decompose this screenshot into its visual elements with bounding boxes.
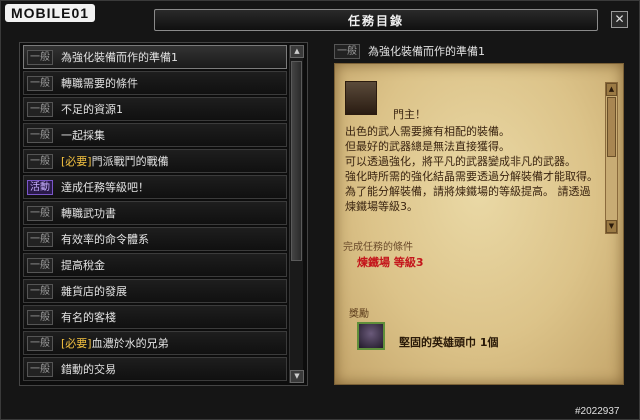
- quest-name: 為強化裝備而作的準備1: [61, 51, 178, 64]
- quest-name: 血濃於水的兄弟: [91, 337, 169, 350]
- quest-window: MOBILE01 任務目錄 ✕ 一般 為強化裝備而作的準備1 一般 轉職需要的條件 一般…: [0, 0, 640, 420]
- quest-name: 有名的客棧: [61, 311, 116, 324]
- detail-title: 為強化裝備而作的準備1: [368, 45, 485, 58]
- quest-row[interactable]: 一般 不足的資源1: [23, 97, 287, 121]
- scroll-up-button[interactable]: ▲: [290, 45, 304, 58]
- description-scrollbar[interactable]: ▲ ▼: [605, 82, 618, 234]
- required-tag: [必要]: [61, 337, 92, 350]
- quest-row[interactable]: 一般 轉職需要的條件: [23, 71, 287, 95]
- watermark: #2022937: [575, 406, 620, 417]
- quest-label: 有名的客棧: [61, 309, 116, 325]
- quest-name: 轉職武功書: [61, 207, 116, 220]
- quest-label: 不足的資源1: [61, 101, 123, 117]
- category-badge: 一般: [27, 231, 53, 247]
- quest-label: 雜貨店的發展: [61, 283, 127, 299]
- category-badge: 一般: [27, 309, 53, 325]
- quest-row[interactable]: 一般 有效率的命令體系: [23, 227, 287, 251]
- site-logo: MOBILE01: [5, 4, 96, 22]
- scroll-thumb[interactable]: [291, 61, 302, 261]
- description-line: 出色的武人需要擁有相配的裝備。: [345, 125, 510, 138]
- detail-header: 一般 為強化裝備而作的準備1: [334, 42, 624, 60]
- quest-label: [必要]血濃於水的兄弟: [61, 335, 169, 351]
- quest-description: 出色的武人需要擁有相配的裝備。 但最好的武器總是無法直接獲得。 可以透過強化，將…: [345, 124, 601, 214]
- desc-scroll-thumb[interactable]: [607, 97, 616, 157]
- condition-value: 煉鐵場 等級3: [357, 256, 424, 269]
- quest-label: 錯動的交易: [61, 361, 116, 377]
- description-line: 但最好的武器總是無法直接獲得。: [345, 140, 510, 153]
- quest-row[interactable]: 一般 轉職武功書: [23, 201, 287, 225]
- quest-row[interactable]: 一般 為強化裝備而作的準備1: [23, 45, 287, 69]
- quest-name: 有效率的命令體系: [61, 233, 149, 246]
- quest-row[interactable]: 一般 雜貨店的發展: [23, 279, 287, 303]
- condition-title: 完成任務的條件: [343, 242, 413, 253]
- category-badge: 一般: [27, 205, 53, 221]
- description-line: 強化時所需的強化結晶需要透過分解裝備才能取得。: [345, 170, 598, 183]
- npc-portrait: [345, 81, 377, 115]
- quest-label: 轉職武功書: [61, 205, 116, 221]
- description-line: 為了能分解裝備，請將煉鐵場的等級提高。 請透過煉鐵場等級3。: [345, 185, 591, 213]
- category-badge: 一般: [27, 335, 53, 351]
- quest-name: 提高稅金: [61, 259, 105, 272]
- desc-scroll-up-button[interactable]: ▲: [606, 83, 617, 96]
- title-bar: 任務目錄: [154, 9, 598, 31]
- reward-item-name: 堅固的英雄頭巾 1個: [399, 336, 499, 349]
- quest-name: 雜貨店的發展: [61, 285, 127, 298]
- detail-category-badge: 一般: [334, 43, 360, 59]
- quest-name: 一起採集: [61, 129, 105, 142]
- quest-row[interactable]: 活動 達成任務等級吧！: [23, 175, 287, 199]
- quest-label: 為強化裝備而作的準備1: [61, 49, 178, 65]
- quest-list: 一般 為強化裝備而作的準備1 一般 轉職需要的條件 一般 不足的資源1 一般 一起採集 一般 [必…: [23, 45, 287, 383]
- category-badge: 一般: [27, 153, 53, 169]
- quest-detail-scroll: 門主！ 出色的武人需要擁有相配的裝備。 但最好的武器總是無法直接獲得。 可以透過…: [334, 63, 624, 385]
- quest-name: 達成任務等級吧！: [61, 181, 149, 194]
- quest-name: 錯動的交易: [61, 363, 116, 376]
- quest-label: [必要]門派戰鬥的戰備: [61, 153, 169, 169]
- quest-label: 有效率的命令體系: [61, 231, 149, 247]
- desc-scroll-down-button[interactable]: ▼: [606, 220, 617, 233]
- category-badge: 一般: [27, 257, 53, 273]
- category-badge: 一般: [27, 283, 53, 299]
- quest-label: 達成任務等級吧！: [61, 179, 149, 195]
- close-button[interactable]: ✕: [611, 11, 628, 28]
- quest-list-scrollbar[interactable]: ▲ ▼: [289, 45, 304, 383]
- category-badge: 一般: [27, 361, 53, 377]
- npc-greeting: 門主！: [393, 108, 426, 121]
- quest-list-panel: 一般 為強化裝備而作的準備1 一般 轉職需要的條件 一般 不足的資源1 一般 一起採集 一般 [必…: [19, 42, 308, 386]
- quest-name: 門派戰鬥的戰備: [91, 155, 169, 168]
- quest-name: 轉職需要的條件: [61, 77, 138, 90]
- quest-row[interactable]: 一般 [必要]門派戰鬥的戰備: [23, 149, 287, 173]
- description-line: 可以透過強化，將平凡的武器變成非凡的武器。: [345, 155, 576, 168]
- reward-title: 獎勵: [349, 309, 369, 320]
- quest-name: 不足的資源1: [61, 103, 123, 116]
- quest-label: 一起採集: [61, 127, 105, 143]
- category-badge: 一般: [27, 101, 53, 117]
- category-badge: 活動: [27, 179, 53, 195]
- quest-row[interactable]: 一般 有名的客棧: [23, 305, 287, 329]
- scroll-down-button[interactable]: ▼: [290, 370, 304, 383]
- quest-label: 轉職需要的條件: [61, 75, 138, 91]
- category-badge: 一般: [27, 75, 53, 91]
- quest-row[interactable]: 一般 錯動的交易: [23, 357, 287, 381]
- window-title: 任務目錄: [347, 13, 404, 28]
- required-tag: [必要]: [61, 155, 92, 168]
- quest-row[interactable]: 一般 提高稅金: [23, 253, 287, 277]
- category-badge: 一般: [27, 127, 53, 143]
- quest-label: 提高稅金: [61, 257, 105, 273]
- quest-row[interactable]: 一般 [必要]血濃於水的兄弟: [23, 331, 287, 355]
- category-badge: 一般: [27, 49, 53, 65]
- headband-icon[interactable]: [357, 322, 385, 350]
- quest-row[interactable]: 一般 一起採集: [23, 123, 287, 147]
